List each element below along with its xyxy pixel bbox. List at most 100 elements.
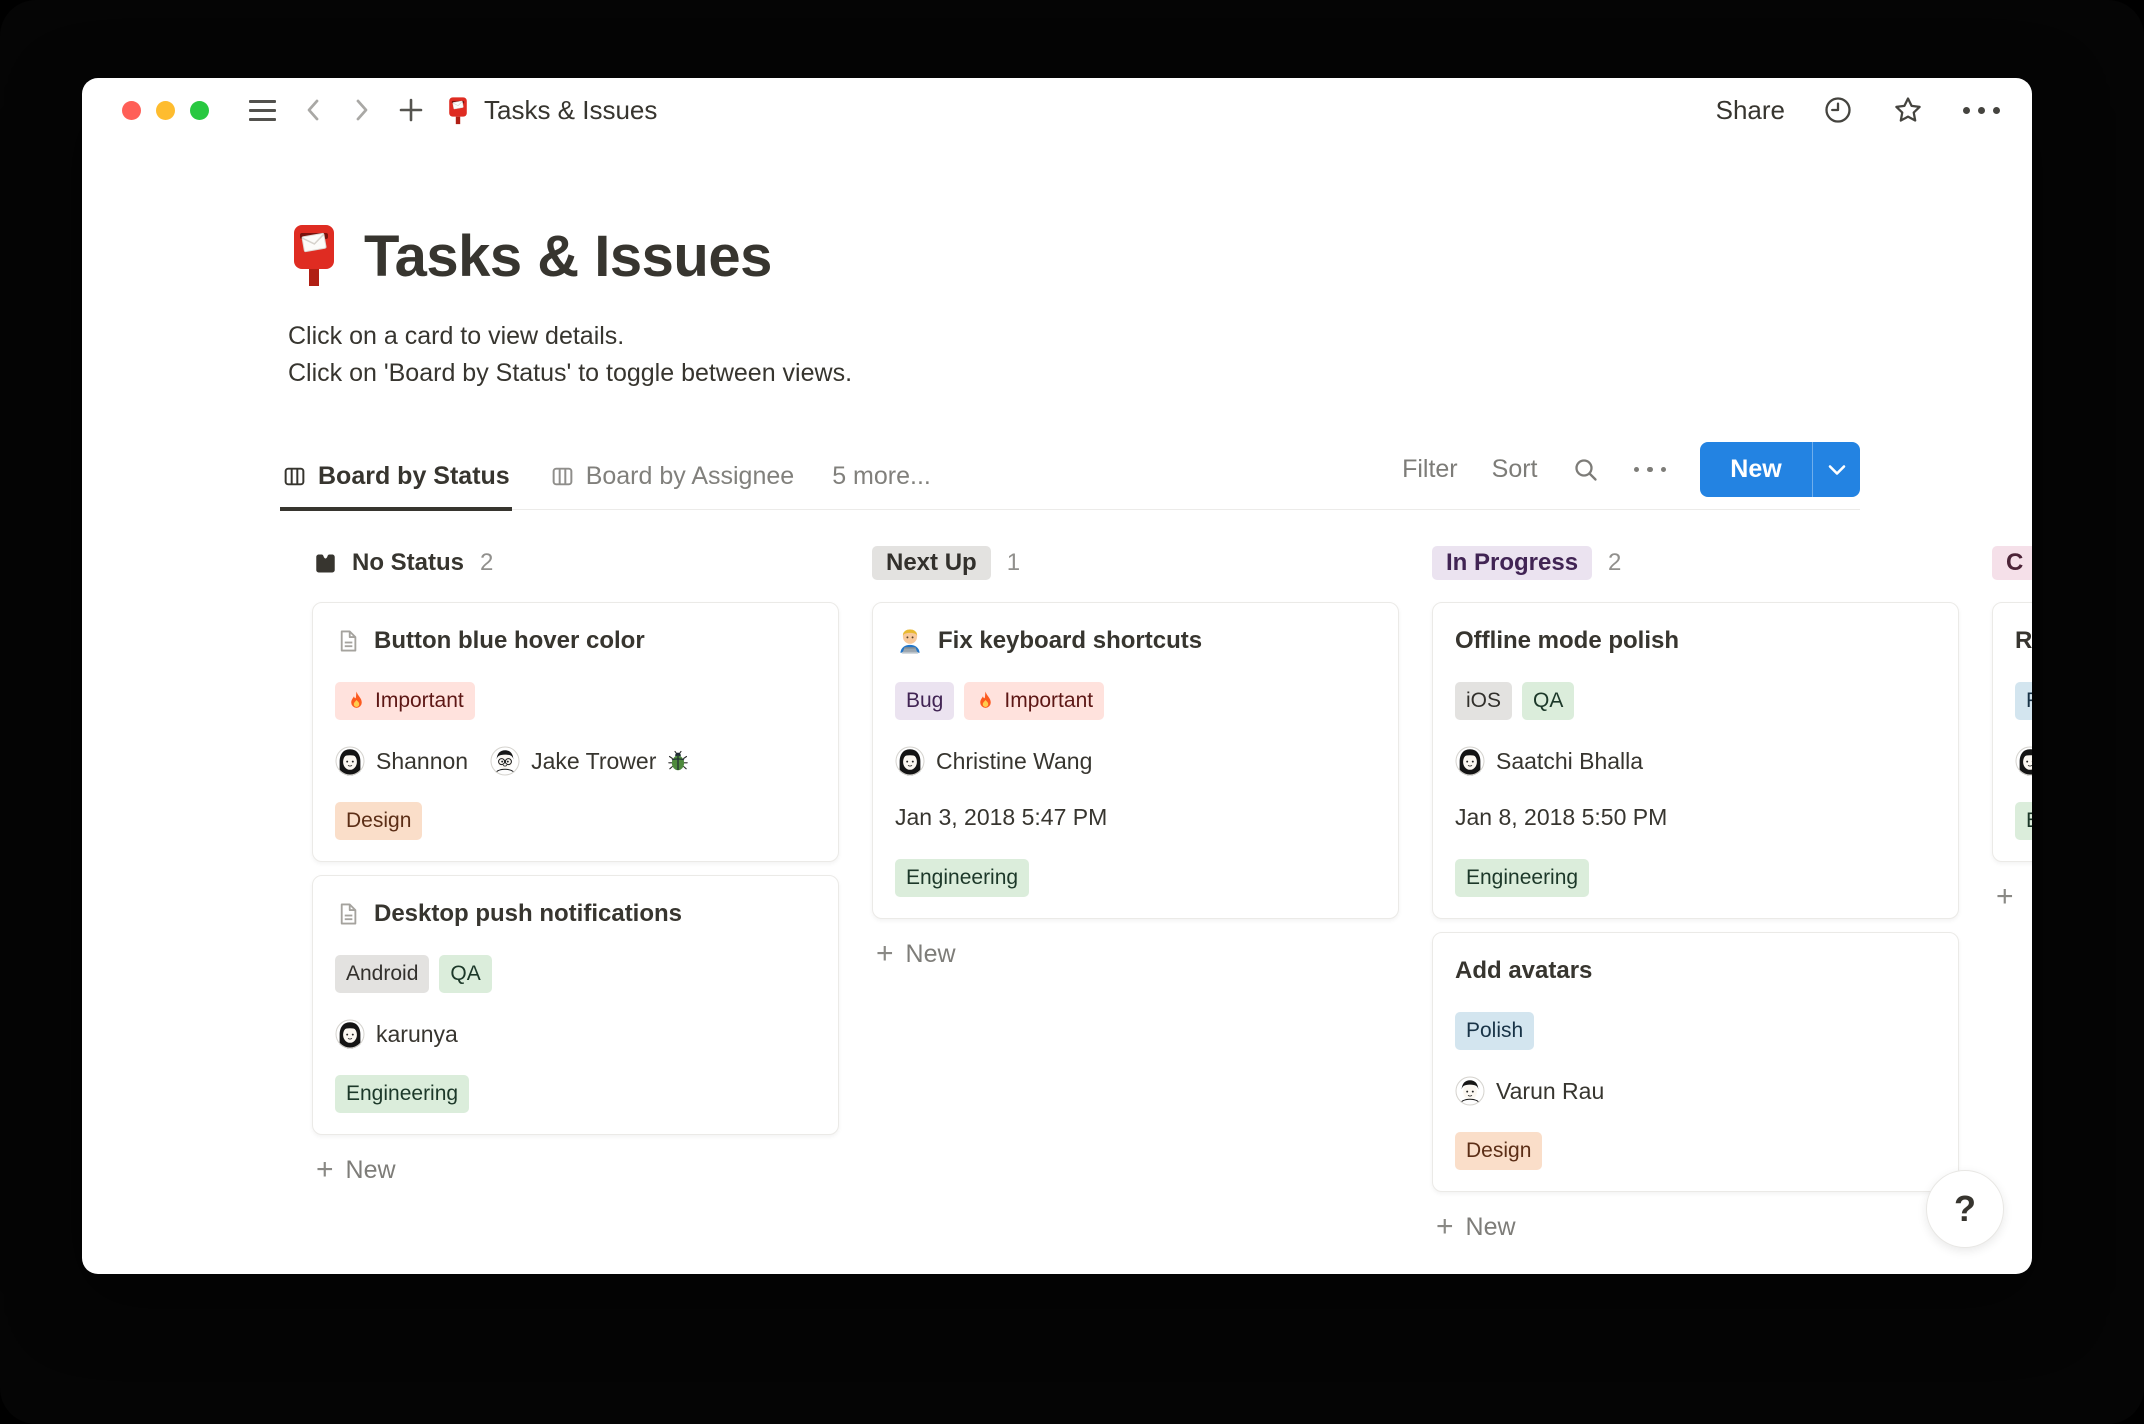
forward-button[interactable]: [350, 95, 372, 125]
column-title-pill[interactable]: Next Up: [872, 546, 991, 580]
view-tabs-bar: Board by Status Board by Assignee 5 more…: [280, 442, 1860, 511]
avatar: [2015, 746, 2032, 776]
tab-more-views[interactable]: 5 more...: [832, 456, 933, 511]
close-window-button[interactable]: [122, 100, 141, 120]
board-column: In Progress 2 Offline mode polish iOS QA Saat…: [1432, 542, 1959, 1242]
breadcrumb-page-title[interactable]: Tasks & Issues: [484, 95, 657, 126]
new-button[interactable]: New: [1700, 442, 1860, 497]
card-assignees-row: karunya: [335, 1019, 816, 1049]
add-card-label: New: [1465, 1212, 1516, 1241]
column-cards: Offline mode polish iOS QA Saatchi Bhalla Ja…: [1432, 602, 1959, 1192]
column-title-pill[interactable]: In Progress: [1432, 546, 1593, 580]
tag-pill: E: [2015, 802, 2032, 840]
add-card-button[interactable]: +: [1992, 882, 2032, 912]
assignee-name: Saatchi Bhalla: [1496, 747, 1644, 774]
updates-clock-icon[interactable]: [1823, 95, 1853, 125]
tab-label: Board by Assignee: [585, 462, 795, 490]
tab-board-by-status[interactable]: Board by Status: [280, 456, 512, 511]
card-title: Add avatars: [1455, 957, 1593, 984]
new-button-label[interactable]: New: [1700, 455, 1812, 484]
avatar: [490, 746, 520, 776]
page-icon-postbox[interactable]: [288, 222, 340, 288]
new-page-plus-icon[interactable]: [398, 97, 424, 123]
add-card-button[interactable]: + New: [312, 1155, 839, 1185]
card-tags-row: Bug Important: [895, 682, 1376, 720]
card-tags-row: Important: [335, 682, 816, 720]
filter-button[interactable]: Filter: [1402, 455, 1458, 484]
card-assignees-row: Shannon Jake Trower: [335, 746, 816, 776]
assignee: karunya: [335, 1019, 458, 1049]
tag-pill: Engineering: [1455, 859, 1590, 897]
card-tags-row: Engineering: [895, 859, 1376, 897]
board-card[interactable]: Offline mode polish iOS QA Saatchi Bhalla Ja…: [1432, 602, 1959, 919]
column-header: No Status 2: [312, 542, 839, 584]
board-view-icon: [282, 464, 307, 489]
add-card-button[interactable]: + New: [872, 939, 1399, 969]
minimize-window-button[interactable]: [156, 100, 175, 120]
fire-icon: [980, 691, 992, 708]
avatar: [335, 1019, 365, 1049]
tag-pill: Design: [335, 802, 423, 840]
card-title: Offline mode polish: [1455, 627, 1680, 654]
assignee-name: Varun Rau: [1496, 1077, 1605, 1104]
card-tags-row: iOS QA: [1455, 682, 1936, 720]
assignee: Saatchi Bhalla: [1455, 746, 1643, 776]
card-date: Jan 3, 2018 5:47 PM: [895, 804, 1108, 830]
board-column: C Re P E +: [1992, 542, 2032, 1242]
assignee: Jake Trower: [490, 746, 689, 776]
tab-board-by-assignee[interactable]: Board by Assignee: [548, 456, 796, 511]
tab-label: Board by Status: [318, 462, 510, 490]
page-icon: [340, 630, 357, 652]
postbox-icon: [446, 96, 470, 125]
add-card-label: New: [905, 939, 956, 968]
column-cards: Button blue hover color Important Shannon J…: [312, 602, 839, 1135]
card-tags-row: Polish: [1455, 1012, 1936, 1050]
sort-button[interactable]: Sort: [1492, 455, 1538, 484]
assignee-name: Jake Trower: [531, 747, 657, 774]
tag-pill: Polish: [1455, 1012, 1535, 1050]
column-cards: Fix keyboard shortcuts Bug Important Christ…: [872, 602, 1399, 919]
avatar: [1455, 1076, 1485, 1106]
help-button[interactable]: ?: [1926, 1170, 2004, 1248]
column-header: In Progress 2: [1432, 542, 1959, 584]
board-card[interactable]: Re P E: [1992, 602, 2032, 862]
column-title-pill[interactable]: C: [1992, 546, 2032, 580]
plus-icon: +: [1996, 880, 2014, 913]
card-title: Re: [2015, 627, 2032, 654]
favorite-star-icon[interactable]: [1891, 94, 1925, 126]
board-card[interactable]: Fix keyboard shortcuts Bug Important Christ…: [872, 602, 1399, 919]
page-icon: [340, 903, 357, 925]
sidebar-toggle-icon[interactable]: [249, 99, 276, 121]
card-tags-row: Android QA: [335, 955, 816, 993]
new-button-dropdown[interactable]: [1812, 442, 1860, 497]
desktop-background: Tasks & Issues Share Tasks & Issues Clic…: [0, 0, 2144, 1424]
view-tabs: Board by Status Board by Assignee 5 more…: [280, 456, 969, 511]
add-card-button[interactable]: + New: [1432, 1212, 1959, 1242]
tag-pill: QA: [1522, 682, 1575, 720]
card-title: Desktop push notifications: [335, 899, 816, 929]
board-card[interactable]: Add avatars Polish Varun Rau Design: [1432, 932, 1959, 1192]
page-title: Tasks & Issues: [364, 224, 772, 290]
search-icon[interactable]: [1572, 456, 1600, 484]
add-card-label: New: [345, 1155, 396, 1184]
assignee: Shannon: [335, 746, 468, 776]
avatar: [895, 746, 925, 776]
plus-icon: +: [316, 1153, 334, 1186]
notion-window: Tasks & Issues Share Tasks & Issues Clic…: [82, 78, 2032, 1274]
assignee-name: Christine Wang: [936, 747, 1093, 774]
beetle-icon: [668, 750, 689, 771]
board-column: Next Up 1 Fix keyboard shortcuts Bug Importa…: [872, 542, 1399, 1242]
card-assignees-row: Christine Wang: [895, 746, 1376, 776]
plus-icon: +: [1436, 1210, 1454, 1242]
back-button[interactable]: [302, 95, 324, 125]
zoom-window-button[interactable]: [190, 100, 209, 120]
board-card[interactable]: Button blue hover color Important Shannon J…: [312, 602, 839, 862]
share-button[interactable]: Share: [1716, 95, 1785, 126]
column-title[interactable]: No Status: [312, 549, 464, 577]
column-header: C: [1992, 542, 2032, 584]
board-card[interactable]: Desktop push notifications Android QA karun…: [312, 875, 839, 1135]
kanban-board: No Status 2 Button blue hover color Importa…: [82, 542, 2032, 1242]
view-options-ellipsis-icon[interactable]: [1633, 466, 1666, 473]
card-assignees-row: [2015, 746, 2032, 776]
more-options-icon[interactable]: [1963, 106, 2000, 114]
